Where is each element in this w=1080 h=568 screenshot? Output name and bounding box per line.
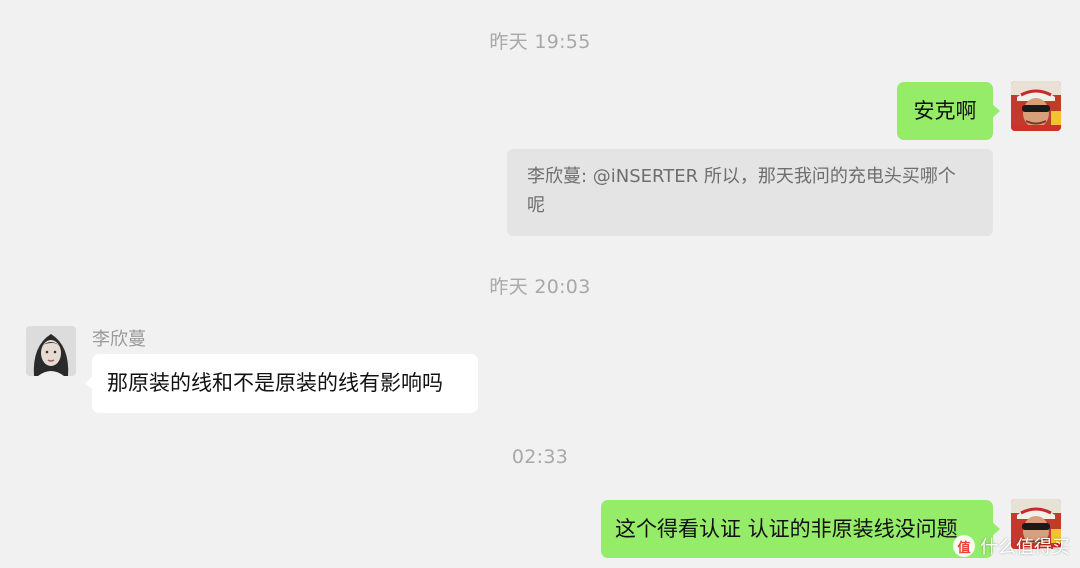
self-avatar[interactable]	[1011, 81, 1061, 131]
watermark-logo-icon: 值	[953, 535, 975, 557]
sender-avatar[interactable]	[26, 326, 76, 376]
timestamp: 02:33	[511, 446, 569, 468]
bubble-tail	[992, 104, 1000, 118]
message-text: 安克啊	[913, 99, 977, 123]
self-message-bubble[interactable]: 这个得看认证 认证的非原装线没问题	[601, 500, 993, 558]
quote-text-line: 李欣蔓: @iNSERTER 所以，那天我问的充电头买哪个	[527, 166, 956, 187]
timestamp: 昨天 19:55	[489, 31, 591, 53]
watermark: 值 什么值得买	[953, 533, 1070, 559]
message-text: 那原装的线和不是原装的线有影响吗	[107, 371, 443, 395]
bubble-tail	[85, 376, 93, 390]
quoted-message[interactable]: 李欣蔓: @iNSERTER 所以，那天我问的充电头买哪个 呢	[507, 149, 993, 236]
sender-name: 李欣蔓	[92, 329, 146, 350]
avatar-image-icon	[26, 326, 76, 376]
avatar-image-icon	[1011, 81, 1061, 131]
message-text: 这个得看认证 认证的非原装线没问题	[615, 517, 958, 541]
watermark-text: 什么值得买	[980, 537, 1070, 558]
self-message-bubble[interactable]: 安克啊	[897, 82, 993, 140]
timestamp: 昨天 20:03	[489, 276, 591, 298]
other-message-bubble[interactable]: 那原装的线和不是原装的线有影响吗	[92, 354, 478, 413]
